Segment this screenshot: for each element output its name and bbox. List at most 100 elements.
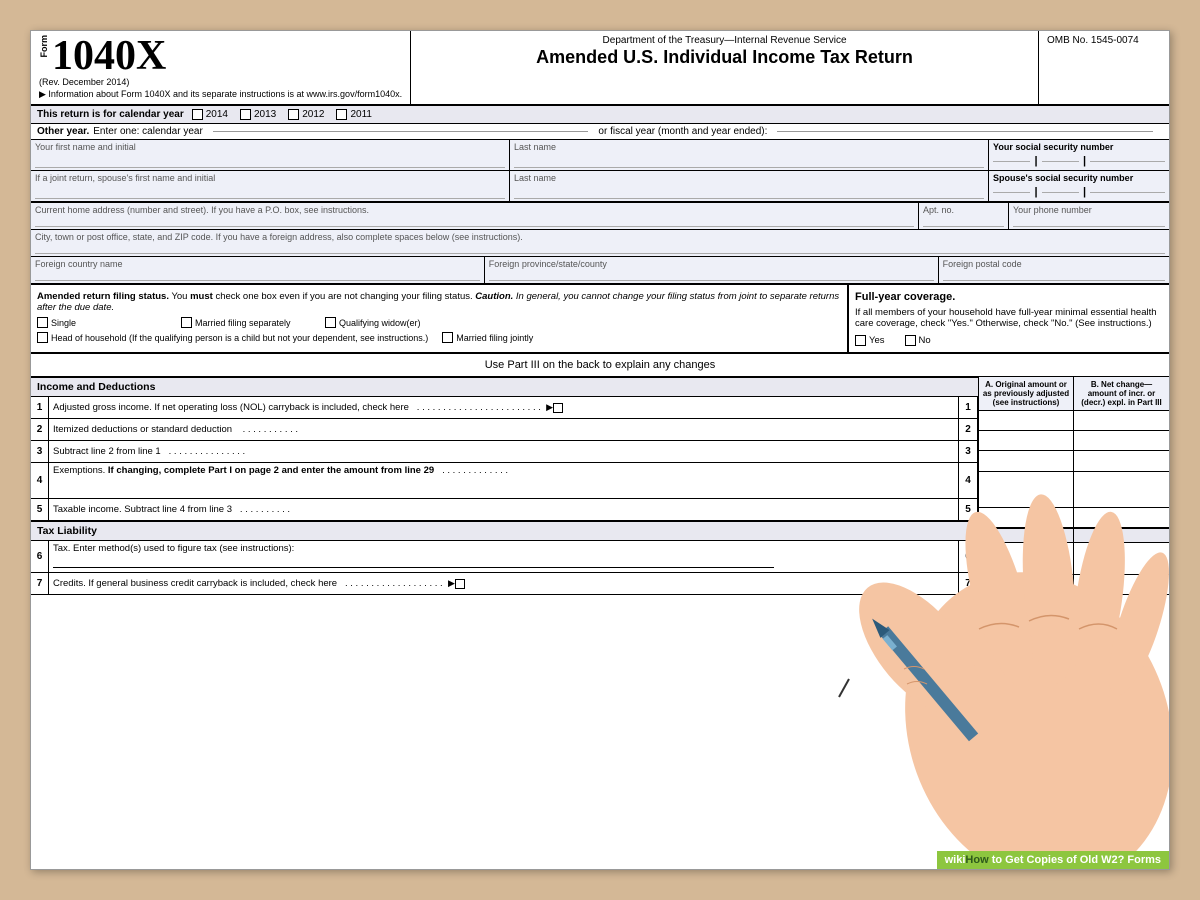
omb-text: OMB No. 1545-0074 [1047, 35, 1161, 46]
amount-a-4 [979, 472, 1074, 507]
line-desc-1: Adjusted gross income. If net operating … [49, 397, 958, 418]
other-year-text: Enter one: calendar year [93, 126, 203, 137]
form-header: Form 1040X (Rev. December 2014) ▶ Inform… [31, 31, 1169, 106]
year-2013: 2013 [240, 109, 276, 120]
foreign-postal-label: Foreign postal code [943, 259, 1165, 269]
calendar-row: This return is for calendar year 2014 20… [31, 106, 1169, 124]
part3-text: Use Part III on the back to explain any … [485, 359, 716, 371]
amount-b-4 [1074, 472, 1169, 507]
name-row-2: If a joint return, spouse's first name a… [31, 171, 1169, 202]
amount-cols: A. Original amount or as previously adju… [979, 377, 1169, 595]
ssn-cell: Your social security number | | [989, 140, 1169, 170]
tax-liability-title: Tax Liability [31, 521, 978, 541]
main-title: Amended U.S. Individual Income Tax Retur… [421, 46, 1028, 69]
form-vertical-label: Form [39, 35, 49, 58]
no-label: No [919, 335, 931, 346]
spouse-last-cell: Last name [510, 171, 989, 201]
income-line-4: 4 Exemptions. If changing, complete Part… [31, 463, 978, 499]
amount-a-6 [979, 543, 1074, 574]
yes-checkbox[interactable] [855, 335, 866, 346]
year-2011: 2011 [336, 109, 372, 120]
line1-checkbox[interactable] [553, 403, 563, 413]
amount-a-3 [979, 451, 1074, 470]
married-sep-label: Married filing separately [195, 318, 291, 328]
income-section: Income and Deductions 1 Adjusted gross i… [31, 377, 1169, 595]
city-row: City, town or post office, state, and ZI… [31, 230, 1169, 257]
amount-b-7 [1074, 575, 1169, 594]
income-title: Income and Deductions [31, 378, 978, 397]
checkbox-2011[interactable] [336, 109, 347, 120]
no-checkbox[interactable] [905, 335, 916, 346]
income-lines-col: Income and Deductions 1 Adjusted gross i… [31, 377, 979, 595]
first-name-label: Your first name and initial [35, 142, 505, 152]
name-row-1: Your first name and initial Last name Yo… [31, 140, 1169, 171]
married-jointly-option: Married filing jointly [442, 332, 572, 343]
apt-cell: Apt. no. [919, 203, 1009, 229]
address-label: Current home address (number and street)… [35, 205, 914, 215]
income-line-1: 1 Adjusted gross income. If net operatin… [31, 397, 978, 419]
part3-row: Use Part III on the back to explain any … [31, 353, 1169, 377]
amount-b-2 [1074, 431, 1169, 450]
checkbox-2014[interactable] [192, 109, 203, 120]
last-name-label: Last name [514, 142, 984, 152]
line-num-right-6: 6 [958, 541, 978, 572]
form-title-block: Department of the Treasury—Internal Reve… [411, 31, 1039, 104]
amount-a-2 [979, 431, 1074, 450]
amount-a-1 [979, 411, 1074, 430]
line-num-right-5: 5 [958, 499, 978, 520]
phone-label: Your phone number [1013, 205, 1165, 215]
tax-title-spacer [979, 529, 1169, 543]
checkbox-2013[interactable] [240, 109, 251, 120]
city-cell: City, town or post office, state, and ZI… [31, 230, 1169, 256]
line7-checkbox[interactable] [455, 579, 465, 589]
married-sep-checkbox[interactable] [181, 317, 192, 328]
tax-line-7: 7 Credits. If general business credit ca… [31, 573, 978, 595]
single-label: Single [51, 318, 76, 328]
calendar-label: This return is for calendar year [37, 109, 184, 120]
dept-text: Department of the Treasury—Internal Reve… [421, 35, 1028, 46]
amount-a-7 [979, 575, 1074, 594]
amount-b-5 [1074, 508, 1169, 527]
last-name-cell: Last name [510, 140, 989, 170]
full-year-col: Full-year coverage. If all members of yo… [849, 285, 1169, 352]
foreign-row: Foreign country name Foreign province/st… [31, 257, 1169, 285]
first-name-cell: Your first name and initial [31, 140, 510, 170]
filing-status-desc: You must check one box even if you are n… [171, 291, 472, 302]
full-year-title: Full-year coverage. [855, 291, 1163, 303]
line-desc-7: Credits. If general business credit carr… [49, 573, 958, 594]
other-year-label: Other year. [37, 126, 89, 137]
address-cell: Current home address (number and street)… [31, 203, 919, 229]
wikihow-bar: wikiHow to Get Copies of Old W2? Forms [937, 851, 1169, 869]
name-section: Your first name and initial Last name Yo… [31, 140, 1169, 203]
omb-block: OMB No. 1545-0074 [1039, 31, 1169, 104]
married-jointly-checkbox[interactable] [442, 332, 453, 343]
checkbox-2012[interactable] [288, 109, 299, 120]
line-num-7: 7 [31, 573, 49, 594]
or-fiscal: or fiscal year (month and year ended): [598, 126, 767, 137]
line-desc-4: Exemptions. If changing, complete Part I… [49, 463, 958, 498]
line-num-2: 2 [31, 419, 49, 440]
spouse-ssn-cell: Spouse's social security number | | [989, 171, 1169, 201]
yes-no-row: Yes No [855, 335, 1163, 346]
checkbox-row: Single Married filing separately Qualify… [37, 317, 841, 343]
head-household-checkbox[interactable] [37, 332, 48, 343]
spouse-last-label: Last name [514, 173, 984, 183]
line-num-5: 5 [31, 499, 49, 520]
main-section: Amended return filing status. You must c… [31, 285, 1169, 353]
single-checkbox[interactable] [37, 317, 48, 328]
page-wrapper: Form 1040X (Rev. December 2014) ▶ Inform… [30, 30, 1170, 870]
line-desc-6: Tax. Enter method(s) used to figure tax … [49, 541, 958, 572]
line-num-right-3: 3 [958, 441, 978, 462]
year-2014: 2014 [192, 109, 228, 120]
line-desc-5: Taxable income. Subtract line 4 from lin… [49, 499, 958, 520]
amount-b-1 [1074, 411, 1169, 430]
foreign-province-cell: Foreign province/state/county [485, 257, 939, 283]
qualifying-checkbox[interactable] [325, 317, 336, 328]
form-rev: (Rev. December 2014) [39, 77, 402, 87]
col-a-header: A. Original amount or as previously adju… [979, 377, 1074, 410]
amount-row-2 [979, 431, 1169, 451]
tax-line-6: 6 Tax. Enter method(s) used to figure ta… [31, 541, 978, 573]
filing-status-bold: Amended return filing status. [37, 291, 169, 302]
filing-status-text: Amended return filing status. You must c… [37, 291, 841, 313]
form-number-block: Form 1040X (Rev. December 2014) ▶ Inform… [31, 31, 411, 104]
